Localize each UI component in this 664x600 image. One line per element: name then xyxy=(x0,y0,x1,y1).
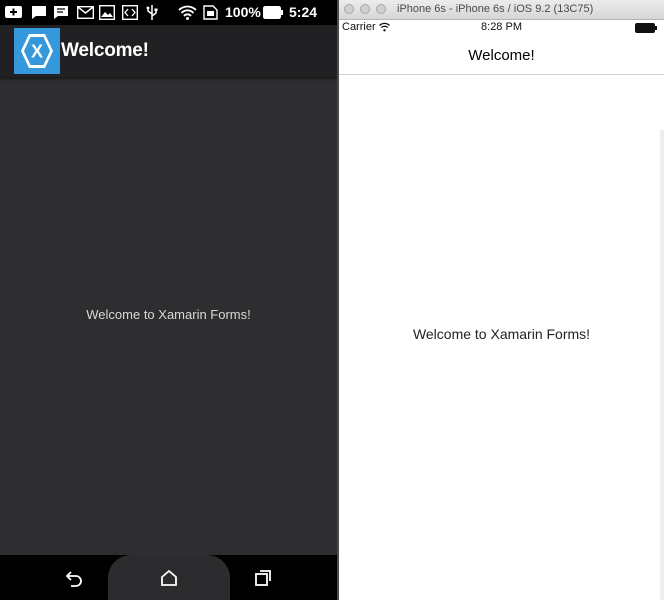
window-title: iPhone 6s - iPhone 6s / iOS 9.2 (13C75) xyxy=(397,3,594,15)
close-window-icon[interactable] xyxy=(344,4,354,14)
xamarin-logo-icon: X xyxy=(14,28,60,74)
android-emulator-screen: 100% 5:24 X Welcome! Welcome to Xamarin … xyxy=(0,0,337,600)
sim-icon xyxy=(203,5,218,20)
usb-icon xyxy=(146,5,158,20)
android-action-bar: X Welcome! xyxy=(0,25,337,77)
page-title: Welcome! xyxy=(468,47,535,64)
add-notification-icon xyxy=(5,6,22,18)
ios-navigation-bar: Welcome! xyxy=(339,36,664,75)
home-icon[interactable] xyxy=(157,566,181,590)
wifi-icon xyxy=(178,5,197,20)
status-clock: 8:28 PM xyxy=(481,21,522,33)
ios-status-bar: Carrier 8:28 PM xyxy=(339,20,664,36)
android-status-bar: 100% 5:24 xyxy=(0,0,337,25)
gmail-icon xyxy=(77,6,94,20)
back-icon[interactable] xyxy=(62,566,86,590)
zoom-window-icon[interactable] xyxy=(376,4,386,14)
battery-icon xyxy=(263,6,283,19)
ios-simulator-window: iPhone 6s - iPhone 6s / iOS 9.2 (13C75) … xyxy=(337,0,664,600)
battery-percentage: 100% xyxy=(225,4,261,20)
recents-icon[interactable] xyxy=(251,566,275,590)
welcome-label: Welcome to Xamarin Forms! xyxy=(412,326,591,342)
scrollbar[interactable] xyxy=(660,130,664,600)
page-title: Welcome! xyxy=(61,40,149,61)
minimize-window-icon[interactable] xyxy=(360,4,370,14)
content-area: Welcome to Xamarin Forms! xyxy=(0,77,337,555)
code-icon xyxy=(122,5,138,20)
simulator-titlebar: iPhone 6s - iPhone 6s / iOS 9.2 (13C75) xyxy=(339,0,664,20)
message-icon xyxy=(54,6,68,19)
battery-icon xyxy=(635,23,657,33)
chat-icon xyxy=(32,6,46,19)
logo-letter: X xyxy=(31,42,43,62)
status-clock: 5:24 xyxy=(289,4,318,20)
image-icon xyxy=(99,5,115,20)
welcome-label: Welcome to Xamarin Forms! xyxy=(86,307,251,322)
